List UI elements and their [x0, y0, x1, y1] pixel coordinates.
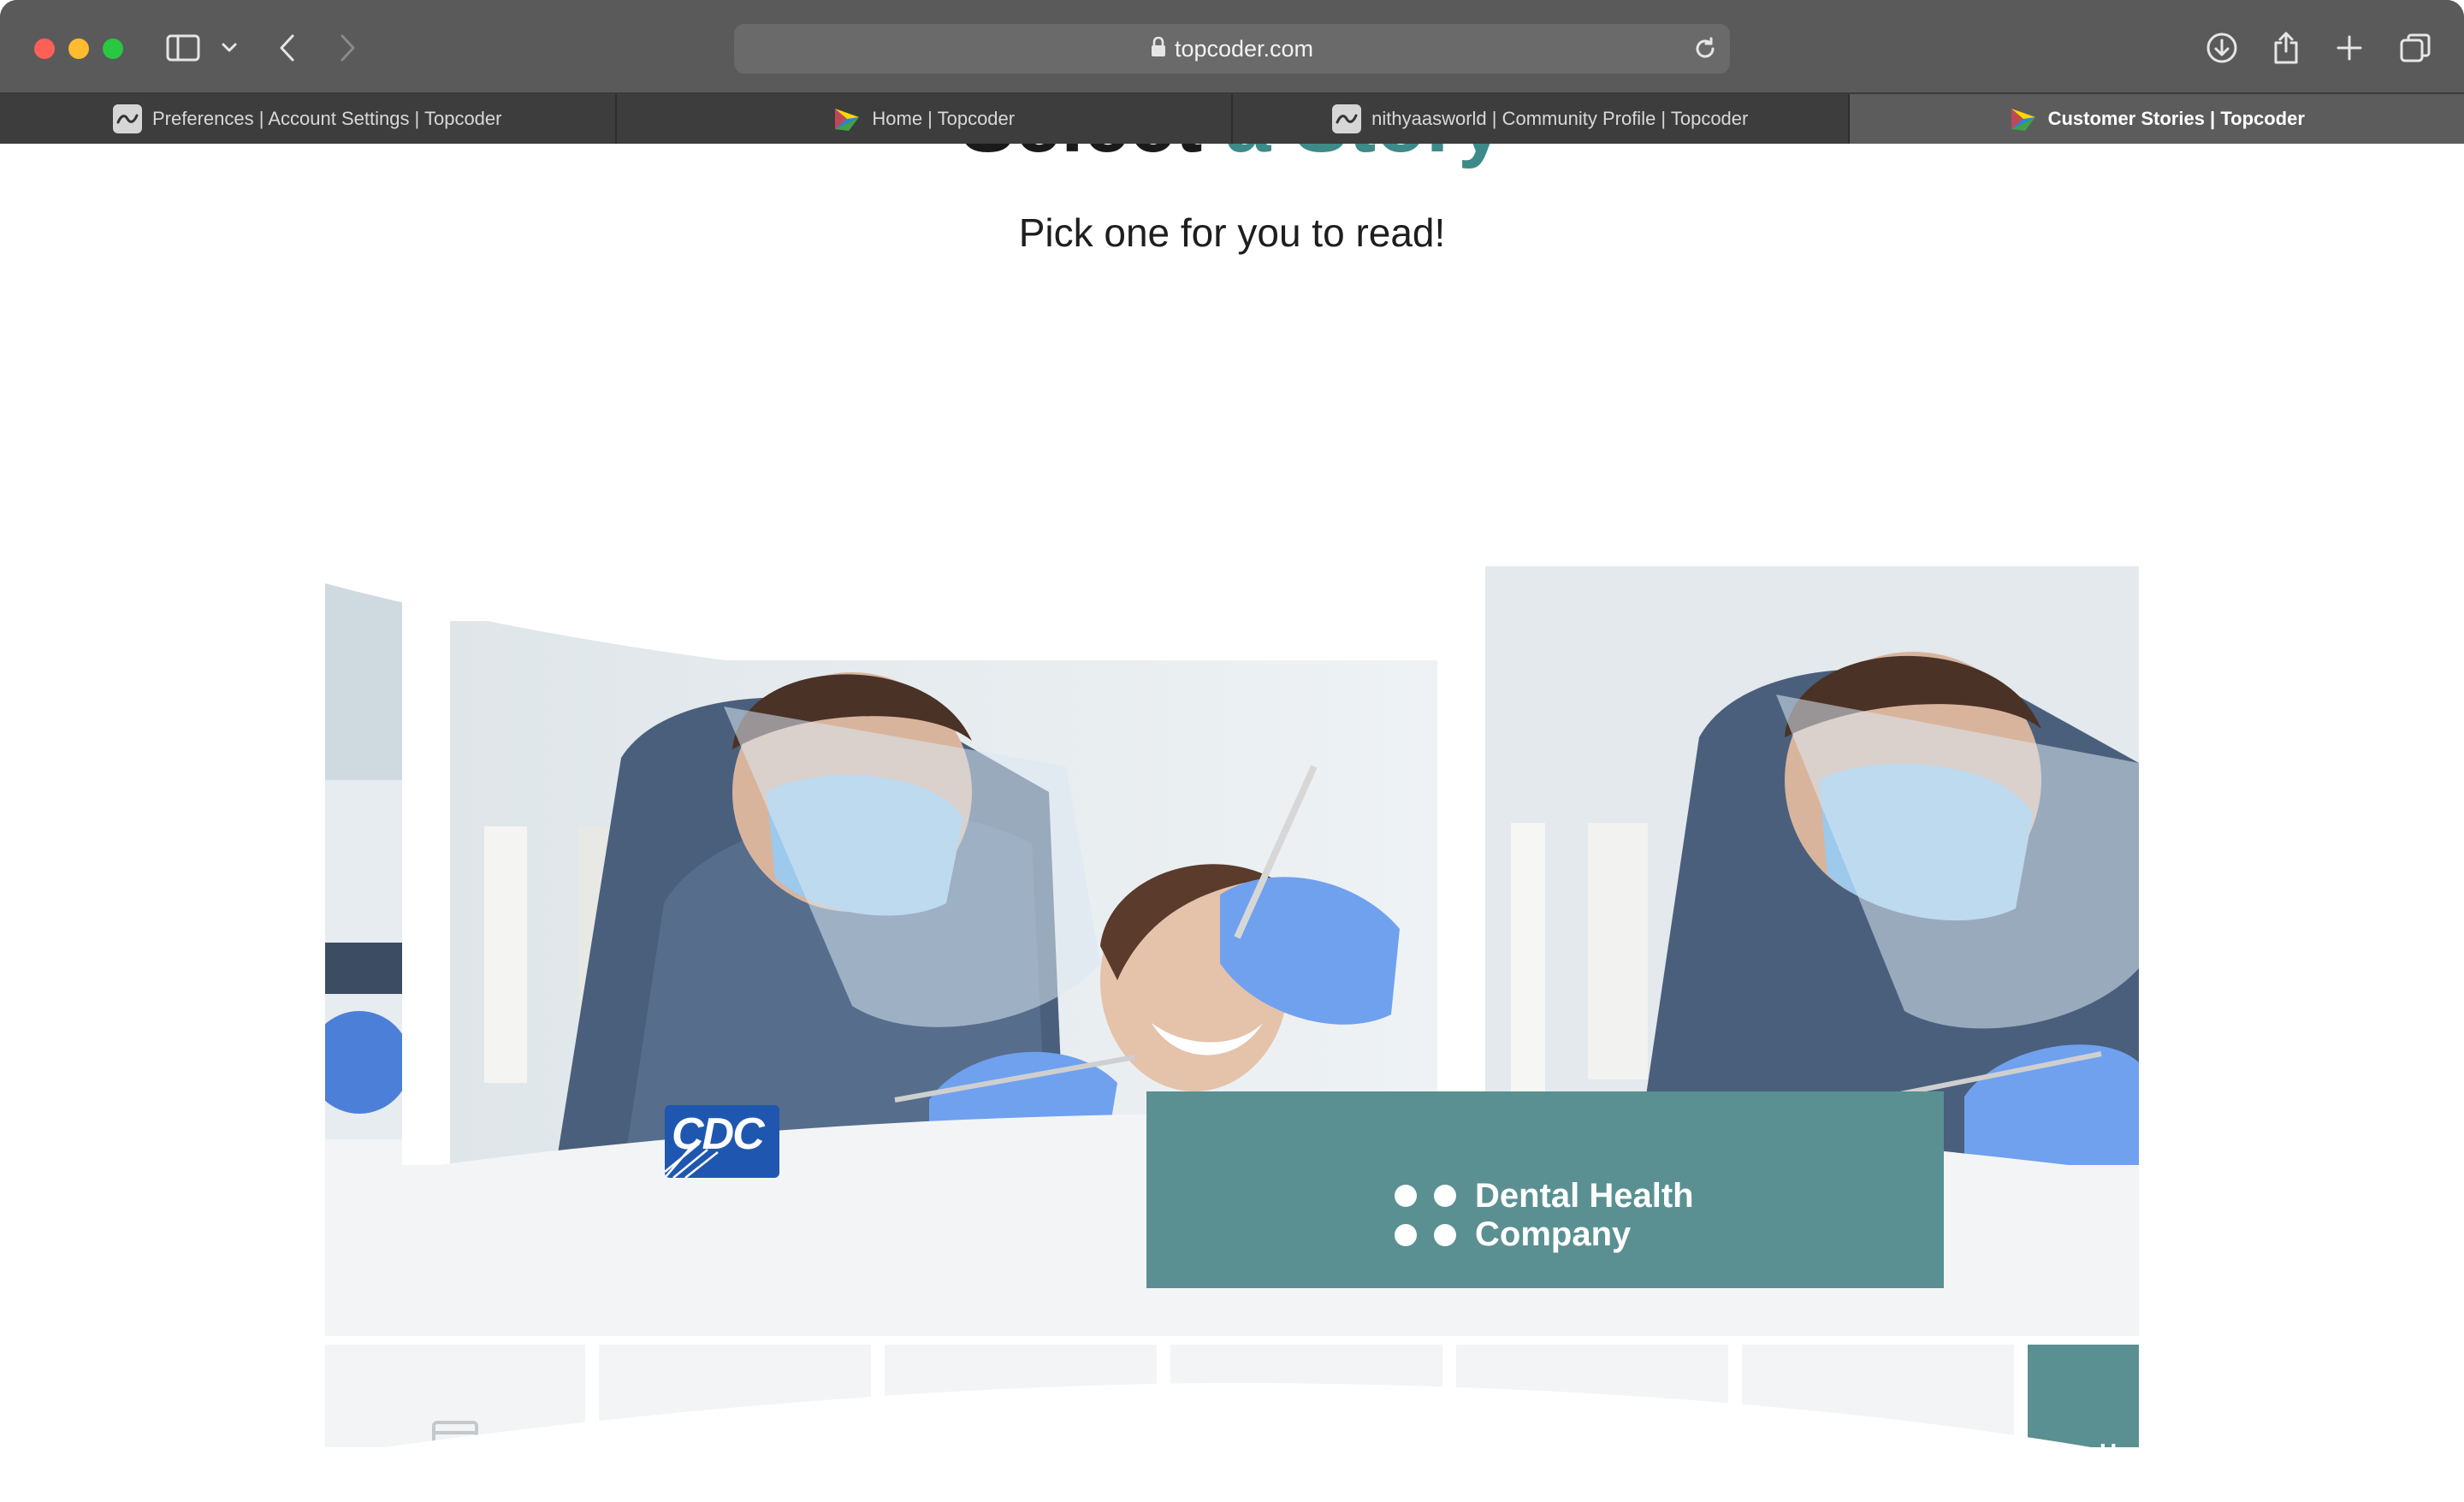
- tile-separator: [585, 1345, 599, 1447]
- tile-separator: [871, 1345, 885, 1447]
- tab-customer-stories[interactable]: Customer Stories | Topcoder: [1849, 94, 2464, 144]
- minimize-window-button[interactable]: [68, 38, 89, 59]
- tile-separator: [2014, 1345, 2028, 1447]
- tab-title: Home | Topcoder: [872, 108, 1016, 129]
- tab-preferences[interactable]: Preferences | Account Settings | Topcode…: [0, 94, 617, 144]
- topcoder-logo-icon: [2009, 104, 2038, 133]
- back-button[interactable]: [277, 31, 298, 65]
- browser-toolbar: topcoder.com: [0, 0, 2464, 94]
- tab-community-profile[interactable]: nithyaasworld | Community Profile | Topc…: [1233, 94, 1850, 144]
- share-icon: [2274, 32, 2298, 64]
- page-heading: Select a Story: [0, 144, 2464, 171]
- tab-home[interactable]: Home | Topcoder: [616, 94, 1233, 144]
- downloads-button[interactable]: [2206, 31, 2238, 65]
- tab-overview-icon: [2400, 33, 2431, 62]
- tile-separator: [1157, 1345, 1170, 1447]
- tab-title: nithyaasworld | Community Profile | Topc…: [1371, 108, 1749, 129]
- chevron-down-icon: [222, 43, 237, 52]
- topcoder-logo-icon: [832, 104, 862, 133]
- reload-button[interactable]: [1692, 36, 1718, 66]
- carousel-stage: CDC Dental Health Company: [325, 438, 2139, 1447]
- user-avatar-icon: [1332, 104, 1362, 133]
- user-avatar-icon: [113, 104, 142, 133]
- address-bar[interactable]: topcoder.com: [734, 24, 1730, 74]
- featured-company-name: Dental Health Company: [1475, 1177, 1694, 1253]
- sidebar-icon: [166, 34, 200, 62]
- plus-icon: [2337, 35, 2362, 61]
- forward-button[interactable]: [337, 31, 358, 65]
- featured-company-card[interactable]: Dental Health Company: [1146, 1091, 1944, 1288]
- lock-icon: [1151, 36, 1166, 62]
- reload-icon: [1696, 37, 1715, 58]
- chevron-left-icon: [280, 34, 294, 62]
- heading-accent-text: a Story: [1225, 144, 1503, 169]
- sidebar-toggle-button[interactable]: [166, 31, 200, 65]
- tab-title: Preferences | Account Settings | Topcode…: [152, 108, 502, 129]
- page-content: Select a Story Pick one for you to read!: [0, 144, 2464, 1502]
- download-icon: [2206, 33, 2237, 63]
- tab-title: Customer Stories | Topcoder: [2047, 108, 2305, 129]
- browser-window-chrome: topcoder.com Preferences | Account Setti…: [0, 0, 2464, 144]
- heading-dark-text: Select: [961, 144, 1203, 169]
- tab-group-dropdown-button[interactable]: [221, 31, 238, 65]
- fullscreen-window-button[interactable]: [103, 38, 123, 59]
- tab-overview-button[interactable]: [2399, 31, 2431, 65]
- cdc-logo[interactable]: CDC: [665, 1105, 779, 1178]
- chevron-right-icon: [341, 34, 355, 62]
- url-text: topcoder.com: [1174, 35, 1314, 62]
- story-carousel[interactable]: CDC Dental Health Company: [325, 438, 2139, 1447]
- page-subtitle: Pick one for you to read!: [1018, 210, 1446, 255]
- tile-separator: [1728, 1345, 1742, 1447]
- share-button[interactable]: [2272, 31, 2300, 65]
- tile-separator: [1442, 1345, 1456, 1447]
- dental-logo-dots-icon: [1395, 1185, 1456, 1246]
- cdc-logo-text: CDC: [672, 1109, 765, 1159]
- new-tab-button[interactable]: [2336, 31, 2363, 65]
- tab-bar: Preferences | Account Settings | Topcode…: [0, 94, 2464, 144]
- dental-health-logo: Dental Health Company: [1395, 1177, 1694, 1254]
- close-window-button[interactable]: [34, 38, 55, 59]
